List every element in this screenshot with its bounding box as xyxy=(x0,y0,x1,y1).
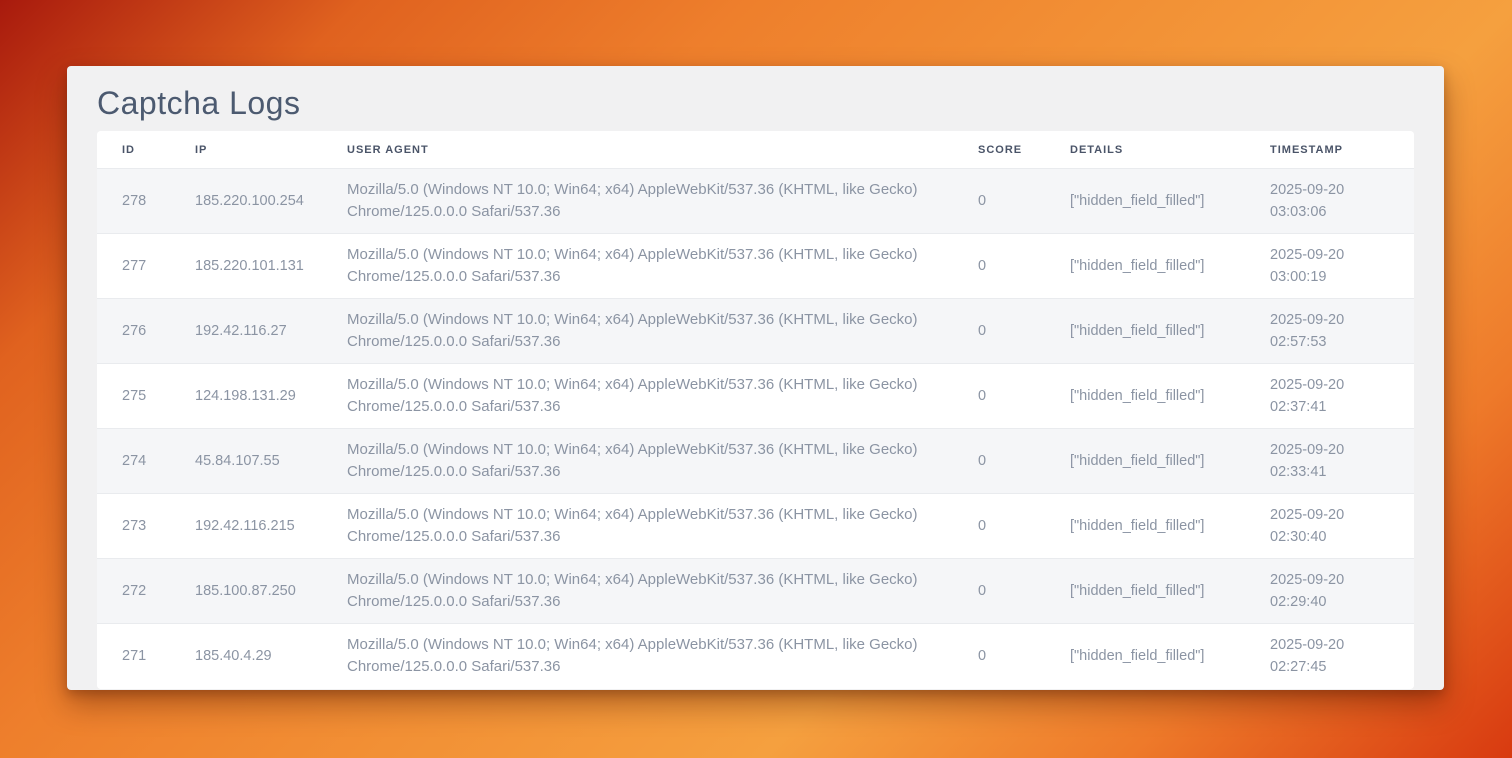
cell-id: 278 xyxy=(97,169,195,234)
cell-score: 0 xyxy=(978,559,1070,624)
table-row: 274 45.84.107.55 Mozilla/5.0 (Windows NT… xyxy=(97,429,1414,494)
cell-ip: 185.220.101.131 xyxy=(195,234,347,299)
captcha-logs-card: Captcha Logs ID IP USER AGENT SCORE DETA… xyxy=(67,66,1444,690)
cell-details: ["hidden_field_filled"] xyxy=(1070,624,1270,689)
cell-id: 273 xyxy=(97,494,195,559)
cell-details: ["hidden_field_filled"] xyxy=(1070,364,1270,429)
cell-timestamp: 2025-09-20 02:29:40 xyxy=(1270,559,1414,624)
logs-table-container: ID IP USER AGENT SCORE DETAILS TIMESTAMP… xyxy=(97,131,1414,689)
table-body: 278 185.220.100.254 Mozilla/5.0 (Windows… xyxy=(97,169,1414,689)
cell-ip: 192.42.116.27 xyxy=(195,299,347,364)
cell-user-agent: Mozilla/5.0 (Windows NT 10.0; Win64; x64… xyxy=(347,559,978,624)
cell-id: 272 xyxy=(97,559,195,624)
cell-user-agent: Mozilla/5.0 (Windows NT 10.0; Win64; x64… xyxy=(347,169,978,234)
cell-user-agent: Mozilla/5.0 (Windows NT 10.0; Win64; x64… xyxy=(347,299,978,364)
column-header-id: ID xyxy=(97,131,195,169)
cell-user-agent: Mozilla/5.0 (Windows NT 10.0; Win64; x64… xyxy=(347,494,978,559)
cell-id: 276 xyxy=(97,299,195,364)
cell-timestamp: 2025-09-20 03:03:06 xyxy=(1270,169,1414,234)
column-header-user-agent: USER AGENT xyxy=(347,131,978,169)
cell-timestamp: 2025-09-20 02:30:40 xyxy=(1270,494,1414,559)
table-row: 277 185.220.101.131 Mozilla/5.0 (Windows… xyxy=(97,234,1414,299)
cell-details: ["hidden_field_filled"] xyxy=(1070,429,1270,494)
cell-user-agent: Mozilla/5.0 (Windows NT 10.0; Win64; x64… xyxy=(347,429,978,494)
cell-score: 0 xyxy=(978,494,1070,559)
cell-user-agent: Mozilla/5.0 (Windows NT 10.0; Win64; x64… xyxy=(347,624,978,689)
cell-ip: 185.100.87.250 xyxy=(195,559,347,624)
header-row: ID IP USER AGENT SCORE DETAILS TIMESTAMP xyxy=(97,131,1414,169)
table-row: 273 192.42.116.215 Mozilla/5.0 (Windows … xyxy=(97,494,1414,559)
cell-id: 271 xyxy=(97,624,195,689)
cell-timestamp: 2025-09-20 02:27:45 xyxy=(1270,624,1414,689)
cell-ip: 124.198.131.29 xyxy=(195,364,347,429)
column-header-score: SCORE xyxy=(978,131,1070,169)
cell-score: 0 xyxy=(978,234,1070,299)
cell-timestamp: 2025-09-20 02:57:53 xyxy=(1270,299,1414,364)
page-background: { "page": { "title": "Captcha Logs" }, "… xyxy=(0,0,1512,758)
cell-score: 0 xyxy=(978,364,1070,429)
cell-timestamp: 2025-09-20 03:00:19 xyxy=(1270,234,1414,299)
cell-id: 277 xyxy=(97,234,195,299)
cell-timestamp: 2025-09-20 02:33:41 xyxy=(1270,429,1414,494)
table-row: 272 185.100.87.250 Mozilla/5.0 (Windows … xyxy=(97,559,1414,624)
cell-score: 0 xyxy=(978,299,1070,364)
table-row: 271 185.40.4.29 Mozilla/5.0 (Windows NT … xyxy=(97,624,1414,689)
table-row: 276 192.42.116.27 Mozilla/5.0 (Windows N… xyxy=(97,299,1414,364)
column-header-timestamp: TIMESTAMP xyxy=(1270,131,1414,169)
cell-id: 274 xyxy=(97,429,195,494)
page-title: Captcha Logs xyxy=(97,81,1414,125)
cell-details: ["hidden_field_filled"] xyxy=(1070,559,1270,624)
cell-ip: 192.42.116.215 xyxy=(195,494,347,559)
cell-details: ["hidden_field_filled"] xyxy=(1070,169,1270,234)
captcha-logs-table: ID IP USER AGENT SCORE DETAILS TIMESTAMP… xyxy=(97,131,1414,689)
table-row: 278 185.220.100.254 Mozilla/5.0 (Windows… xyxy=(97,169,1414,234)
column-header-details: DETAILS xyxy=(1070,131,1270,169)
cell-user-agent: Mozilla/5.0 (Windows NT 10.0; Win64; x64… xyxy=(347,234,978,299)
cell-id: 275 xyxy=(97,364,195,429)
cell-timestamp: 2025-09-20 02:37:41 xyxy=(1270,364,1414,429)
cell-score: 0 xyxy=(978,624,1070,689)
cell-score: 0 xyxy=(978,169,1070,234)
cell-user-agent: Mozilla/5.0 (Windows NT 10.0; Win64; x64… xyxy=(347,364,978,429)
cell-details: ["hidden_field_filled"] xyxy=(1070,234,1270,299)
cell-score: 0 xyxy=(978,429,1070,494)
cell-details: ["hidden_field_filled"] xyxy=(1070,299,1270,364)
cell-ip: 185.40.4.29 xyxy=(195,624,347,689)
cell-ip: 185.220.100.254 xyxy=(195,169,347,234)
cell-details: ["hidden_field_filled"] xyxy=(1070,494,1270,559)
cell-ip: 45.84.107.55 xyxy=(195,429,347,494)
table-header: ID IP USER AGENT SCORE DETAILS TIMESTAMP xyxy=(97,131,1414,169)
table-row: 275 124.198.131.29 Mozilla/5.0 (Windows … xyxy=(97,364,1414,429)
column-header-ip: IP xyxy=(195,131,347,169)
